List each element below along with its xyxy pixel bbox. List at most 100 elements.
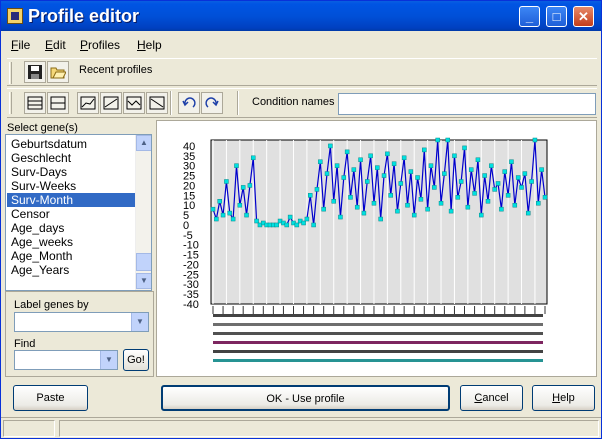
rows-layout-icon xyxy=(27,96,43,110)
label-find-panel: Label genes by ▼ Find ▼ Go! xyxy=(5,291,154,377)
gene-list-item[interactable]: Surv-Days xyxy=(7,165,136,179)
gene-list-item[interactable]: Age_weeks xyxy=(7,235,136,249)
gene-list-item[interactable]: Censor xyxy=(7,207,136,221)
x-tick-label-band xyxy=(213,350,543,353)
menu-bar: File Edit Profiles Help xyxy=(1,32,601,54)
close-button[interactable]: ✕ xyxy=(573,6,594,27)
data-point xyxy=(401,155,407,161)
data-point xyxy=(391,161,397,166)
scroll-thumb[interactable] xyxy=(136,253,151,271)
scroll-down-arrow[interactable]: ▼ xyxy=(136,273,151,289)
data-point xyxy=(358,157,363,163)
label-genes-by-select[interactable]: ▼ xyxy=(14,312,149,332)
data-point xyxy=(465,204,471,210)
redo-icon xyxy=(205,97,219,108)
data-point xyxy=(217,199,222,204)
recent-profiles-label[interactable]: Recent profiles xyxy=(79,64,152,76)
save-button[interactable] xyxy=(24,61,46,83)
x-tick-label-band xyxy=(213,359,543,362)
chart-type-2-button[interactable] xyxy=(100,92,122,114)
data-point xyxy=(234,163,239,168)
layout-rows-button[interactable] xyxy=(24,92,46,114)
data-point xyxy=(214,216,219,222)
data-point xyxy=(455,195,461,200)
data-point xyxy=(512,202,518,208)
gene-list-item[interactable]: Age_days xyxy=(7,221,136,235)
redo-button[interactable] xyxy=(201,92,223,114)
line-chart-icon xyxy=(80,96,96,110)
chart-toolbar: Condition names xyxy=(7,88,597,118)
window-title: Profile editor xyxy=(28,6,140,26)
go-button[interactable]: Go! xyxy=(123,349,149,371)
data-point xyxy=(475,157,481,163)
data-point xyxy=(244,212,249,218)
data-point xyxy=(468,167,474,172)
data-point xyxy=(344,149,350,155)
gene-list-item[interactable]: Geburtsdatum xyxy=(7,137,136,151)
status-cell xyxy=(59,420,599,437)
maximize-button[interactable]: □ xyxy=(546,6,567,27)
data-point xyxy=(509,159,514,164)
data-point xyxy=(458,179,464,184)
chart-type-4-button[interactable] xyxy=(146,92,168,114)
cancel-button[interactable]: Cancel xyxy=(460,385,523,411)
toolbar-grip[interactable] xyxy=(9,92,12,114)
data-point xyxy=(375,165,380,170)
data-point xyxy=(240,185,246,190)
data-point xyxy=(348,195,353,200)
help-button[interactable]: Help xyxy=(532,385,595,411)
data-point xyxy=(254,218,259,224)
data-point xyxy=(294,222,300,228)
gene-listbox[interactable]: Geburtsdatum Geschlecht Surv-Days Surv-Week… xyxy=(5,134,152,291)
status-cell xyxy=(3,420,55,437)
toolbar-grip[interactable] xyxy=(9,62,12,84)
data-point xyxy=(331,199,336,204)
data-point xyxy=(418,197,424,202)
data-point xyxy=(448,208,454,214)
toolbar-separator xyxy=(237,91,239,115)
paste-button[interactable]: Paste xyxy=(13,385,88,411)
title-bar[interactable]: Profile editor _ □ ✕ xyxy=(1,1,601,31)
data-point xyxy=(522,171,528,176)
open-button[interactable] xyxy=(47,61,69,83)
find-input[interactable]: ▼ xyxy=(14,350,118,370)
menu-help[interactable]: Help xyxy=(137,38,162,52)
layout-split-button[interactable] xyxy=(47,92,69,114)
minimize-button[interactable]: _ xyxy=(519,6,540,27)
data-point xyxy=(210,206,216,212)
chevron-down-icon[interactable]: ▼ xyxy=(100,351,117,369)
data-point xyxy=(361,210,367,216)
gene-list-item[interactable]: Surv-Weeks xyxy=(7,179,136,193)
data-point xyxy=(237,202,243,208)
select-genes-label: Select gene(s) xyxy=(7,122,78,134)
data-point xyxy=(224,179,229,184)
data-point xyxy=(438,200,444,206)
data-point xyxy=(536,200,541,206)
app-icon xyxy=(7,8,23,24)
condition-names-label: Condition names xyxy=(252,96,335,108)
data-point xyxy=(445,137,450,143)
x-tick-label-band xyxy=(213,314,543,317)
gene-list-item[interactable]: Surv-Month xyxy=(7,193,136,207)
menu-file[interactable]: File xyxy=(11,38,30,52)
menu-edit[interactable]: Edit xyxy=(45,38,66,52)
undo-button[interactable] xyxy=(178,92,200,114)
menu-profiles[interactable]: Profiles xyxy=(80,38,120,52)
gene-list-item[interactable]: Geschlecht xyxy=(7,151,136,165)
gene-list-item[interactable]: Age_Years xyxy=(7,263,136,277)
chevron-down-icon[interactable]: ▼ xyxy=(131,313,148,331)
file-toolbar: Recent profiles xyxy=(7,58,597,86)
x-tick-label-band xyxy=(213,341,543,344)
gene-list-scrollbar[interactable]: ▲ ▼ xyxy=(135,135,151,290)
data-point xyxy=(395,208,400,214)
data-point xyxy=(515,175,521,180)
data-point xyxy=(308,193,313,198)
chart-type-1-button[interactable] xyxy=(77,92,99,114)
gene-list-item[interactable]: Age_Month xyxy=(7,249,136,263)
chart-type-3-button[interactable] xyxy=(123,92,145,114)
condition-names-input[interactable] xyxy=(338,93,596,115)
profile-chart: 4035302520151050-5-10-15-20-25-30-35-40 xyxy=(183,137,548,362)
scroll-up-arrow[interactable]: ▲ xyxy=(136,135,151,151)
ok-use-profile-button[interactable]: OK - Use profile xyxy=(161,385,450,411)
data-point xyxy=(304,216,310,222)
